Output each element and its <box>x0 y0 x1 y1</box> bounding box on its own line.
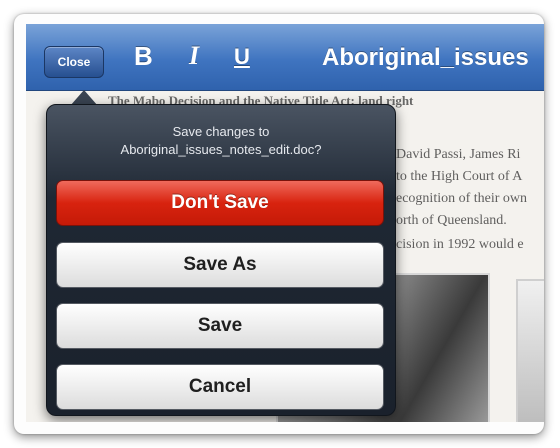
document-line: orth of Queensland. <box>396 213 507 228</box>
cancel-button[interactable]: Cancel <box>56 364 384 410</box>
app-screen: Close B I U Aboriginal_issues The Mabo D… <box>26 24 544 422</box>
document-line: to the High Court of A <box>396 169 523 184</box>
save-prompt-filename: Aboriginal_issues_notes_edit.doc? <box>120 142 322 157</box>
screenshot-frame: Close B I U Aboriginal_issues The Mabo D… <box>14 14 544 434</box>
bold-button[interactable]: B <box>134 41 153 72</box>
document-photo <box>516 279 544 422</box>
italic-button[interactable]: I <box>189 41 199 71</box>
document-line: cision in 1992 would e <box>396 237 524 252</box>
document-line: David Passi, James Ri <box>396 147 521 162</box>
save-as-button[interactable]: Save As <box>56 242 384 288</box>
close-button[interactable]: Close <box>44 46 104 78</box>
save-prompt-line: Save changes to <box>172 124 270 139</box>
document-title: Aboriginal_issues <box>322 44 529 71</box>
document-line: ecognition of their own <box>396 191 528 206</box>
underline-button[interactable]: U <box>234 44 250 70</box>
toolbar: Close B I U Aboriginal_issues <box>26 24 544 91</box>
save-changes-popover: Save changes to Aboriginal_issues_notes_… <box>46 104 396 416</box>
save-button[interactable]: Save <box>56 303 384 349</box>
dont-save-button[interactable]: Don't Save <box>56 180 384 226</box>
save-prompt: Save changes to Aboriginal_issues_notes_… <box>47 123 395 159</box>
